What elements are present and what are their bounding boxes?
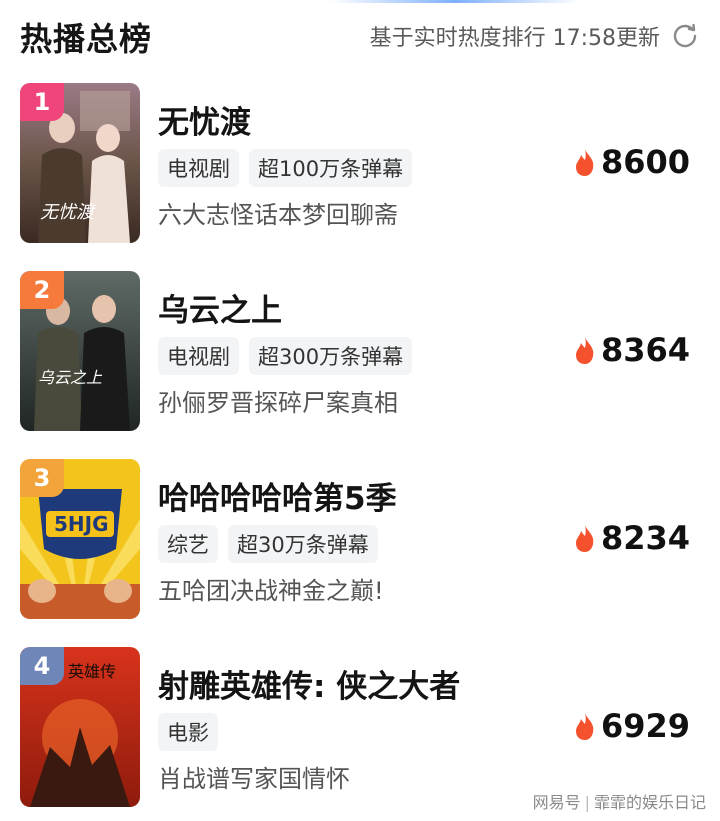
show-title[interactable]: 射雕英雄传: 侠之大者 <box>158 661 460 706</box>
poster-title-text: 5HJG <box>54 512 109 536</box>
heat-value: 8600 <box>600 143 690 181</box>
flame-icon <box>575 525 594 552</box>
heat-score: 8364 <box>573 331 690 369</box>
flame-icon <box>575 337 594 364</box>
list-item[interactable]: 5HJG 3 哈哈哈哈哈第5季 综艺 超30万条弹幕 五哈团决战神金之巅! 82… <box>0 459 720 629</box>
tag-category: 电影 <box>158 713 218 751</box>
heat-score: 8600 <box>573 143 690 181</box>
show-description: 肖战谱写家国情怀 <box>158 765 350 793</box>
watermark: 网易号 | 霏霏的娱乐日记 <box>533 789 706 813</box>
poster-title-text: 乌云之上 <box>38 368 103 387</box>
tag-danmaku: 超300万条弹幕 <box>249 337 413 375</box>
poster-title-text: 无忧渡 <box>40 202 97 223</box>
heat-score: 6929 <box>573 707 690 745</box>
rank-badge: 3 <box>20 459 64 497</box>
rank-badge: 1 <box>20 83 64 121</box>
rank-badge: 4 <box>20 647 64 685</box>
heat-value: 6929 <box>600 707 690 745</box>
tag-danmaku: 超100万条弹幕 <box>249 149 413 187</box>
flame-icon <box>575 149 594 176</box>
show-title[interactable]: 无忧渡 <box>158 97 251 142</box>
watermark-author: 霏霏的娱乐日记 <box>593 793 706 812</box>
tag-list: 综艺 超30万条弹幕 <box>158 525 378 563</box>
list-header: 热播总榜 基于实时热度排行 17:58更新 <box>0 0 720 70</box>
show-description: 六大志怪话本梦回聊斋 <box>158 201 398 229</box>
heat-score: 8234 <box>573 519 690 557</box>
accent-line <box>330 0 580 3</box>
tag-category: 电视剧 <box>158 337 239 375</box>
update-time-text: 基于实时热度排行 17:58更新 <box>369 26 660 51</box>
show-description: 五哈团决战神金之巅! <box>158 577 384 605</box>
poster-image[interactable]: 无忧渡 1 <box>20 83 140 243</box>
poster-image[interactable]: 5HJG 3 <box>20 459 140 619</box>
tag-list: 电视剧 超100万条弹幕 <box>158 149 413 187</box>
list-item[interactable]: 乌云之上 2 乌云之上 电视剧 超300万条弹幕 孙俪罗晋探碎尸案真相 8364 <box>0 271 720 441</box>
watermark-divider: | <box>584 793 590 812</box>
tag-list: 电影 <box>158 713 218 751</box>
heat-value: 8364 <box>600 331 690 369</box>
tag-danmaku: 超30万条弹幕 <box>228 525 378 563</box>
list-item[interactable]: 无忧渡 1 无忧渡 电视剧 超100万条弹幕 六大志怪话本梦回聊斋 8600 <box>0 83 720 253</box>
tag-category: 电视剧 <box>158 149 239 187</box>
poster-title-text: 英雄传 <box>68 662 116 681</box>
refresh-icon[interactable] <box>672 22 698 48</box>
show-title[interactable]: 乌云之上 <box>158 285 282 330</box>
tag-list: 电视剧 超300万条弹幕 <box>158 337 413 375</box>
rank-badge: 2 <box>20 271 64 309</box>
tag-category: 综艺 <box>158 525 218 563</box>
page-title: 热播总榜 <box>20 20 153 58</box>
poster-image[interactable]: 乌云之上 2 <box>20 271 140 431</box>
watermark-source: 网易号 <box>532 793 581 812</box>
show-title[interactable]: 哈哈哈哈哈第5季 <box>158 473 397 518</box>
poster-image[interactable]: 英雄传 4 <box>20 647 140 807</box>
flame-icon <box>575 713 594 740</box>
heat-value: 8234 <box>600 519 690 557</box>
show-description: 孙俪罗晋探碎尸案真相 <box>158 389 398 417</box>
